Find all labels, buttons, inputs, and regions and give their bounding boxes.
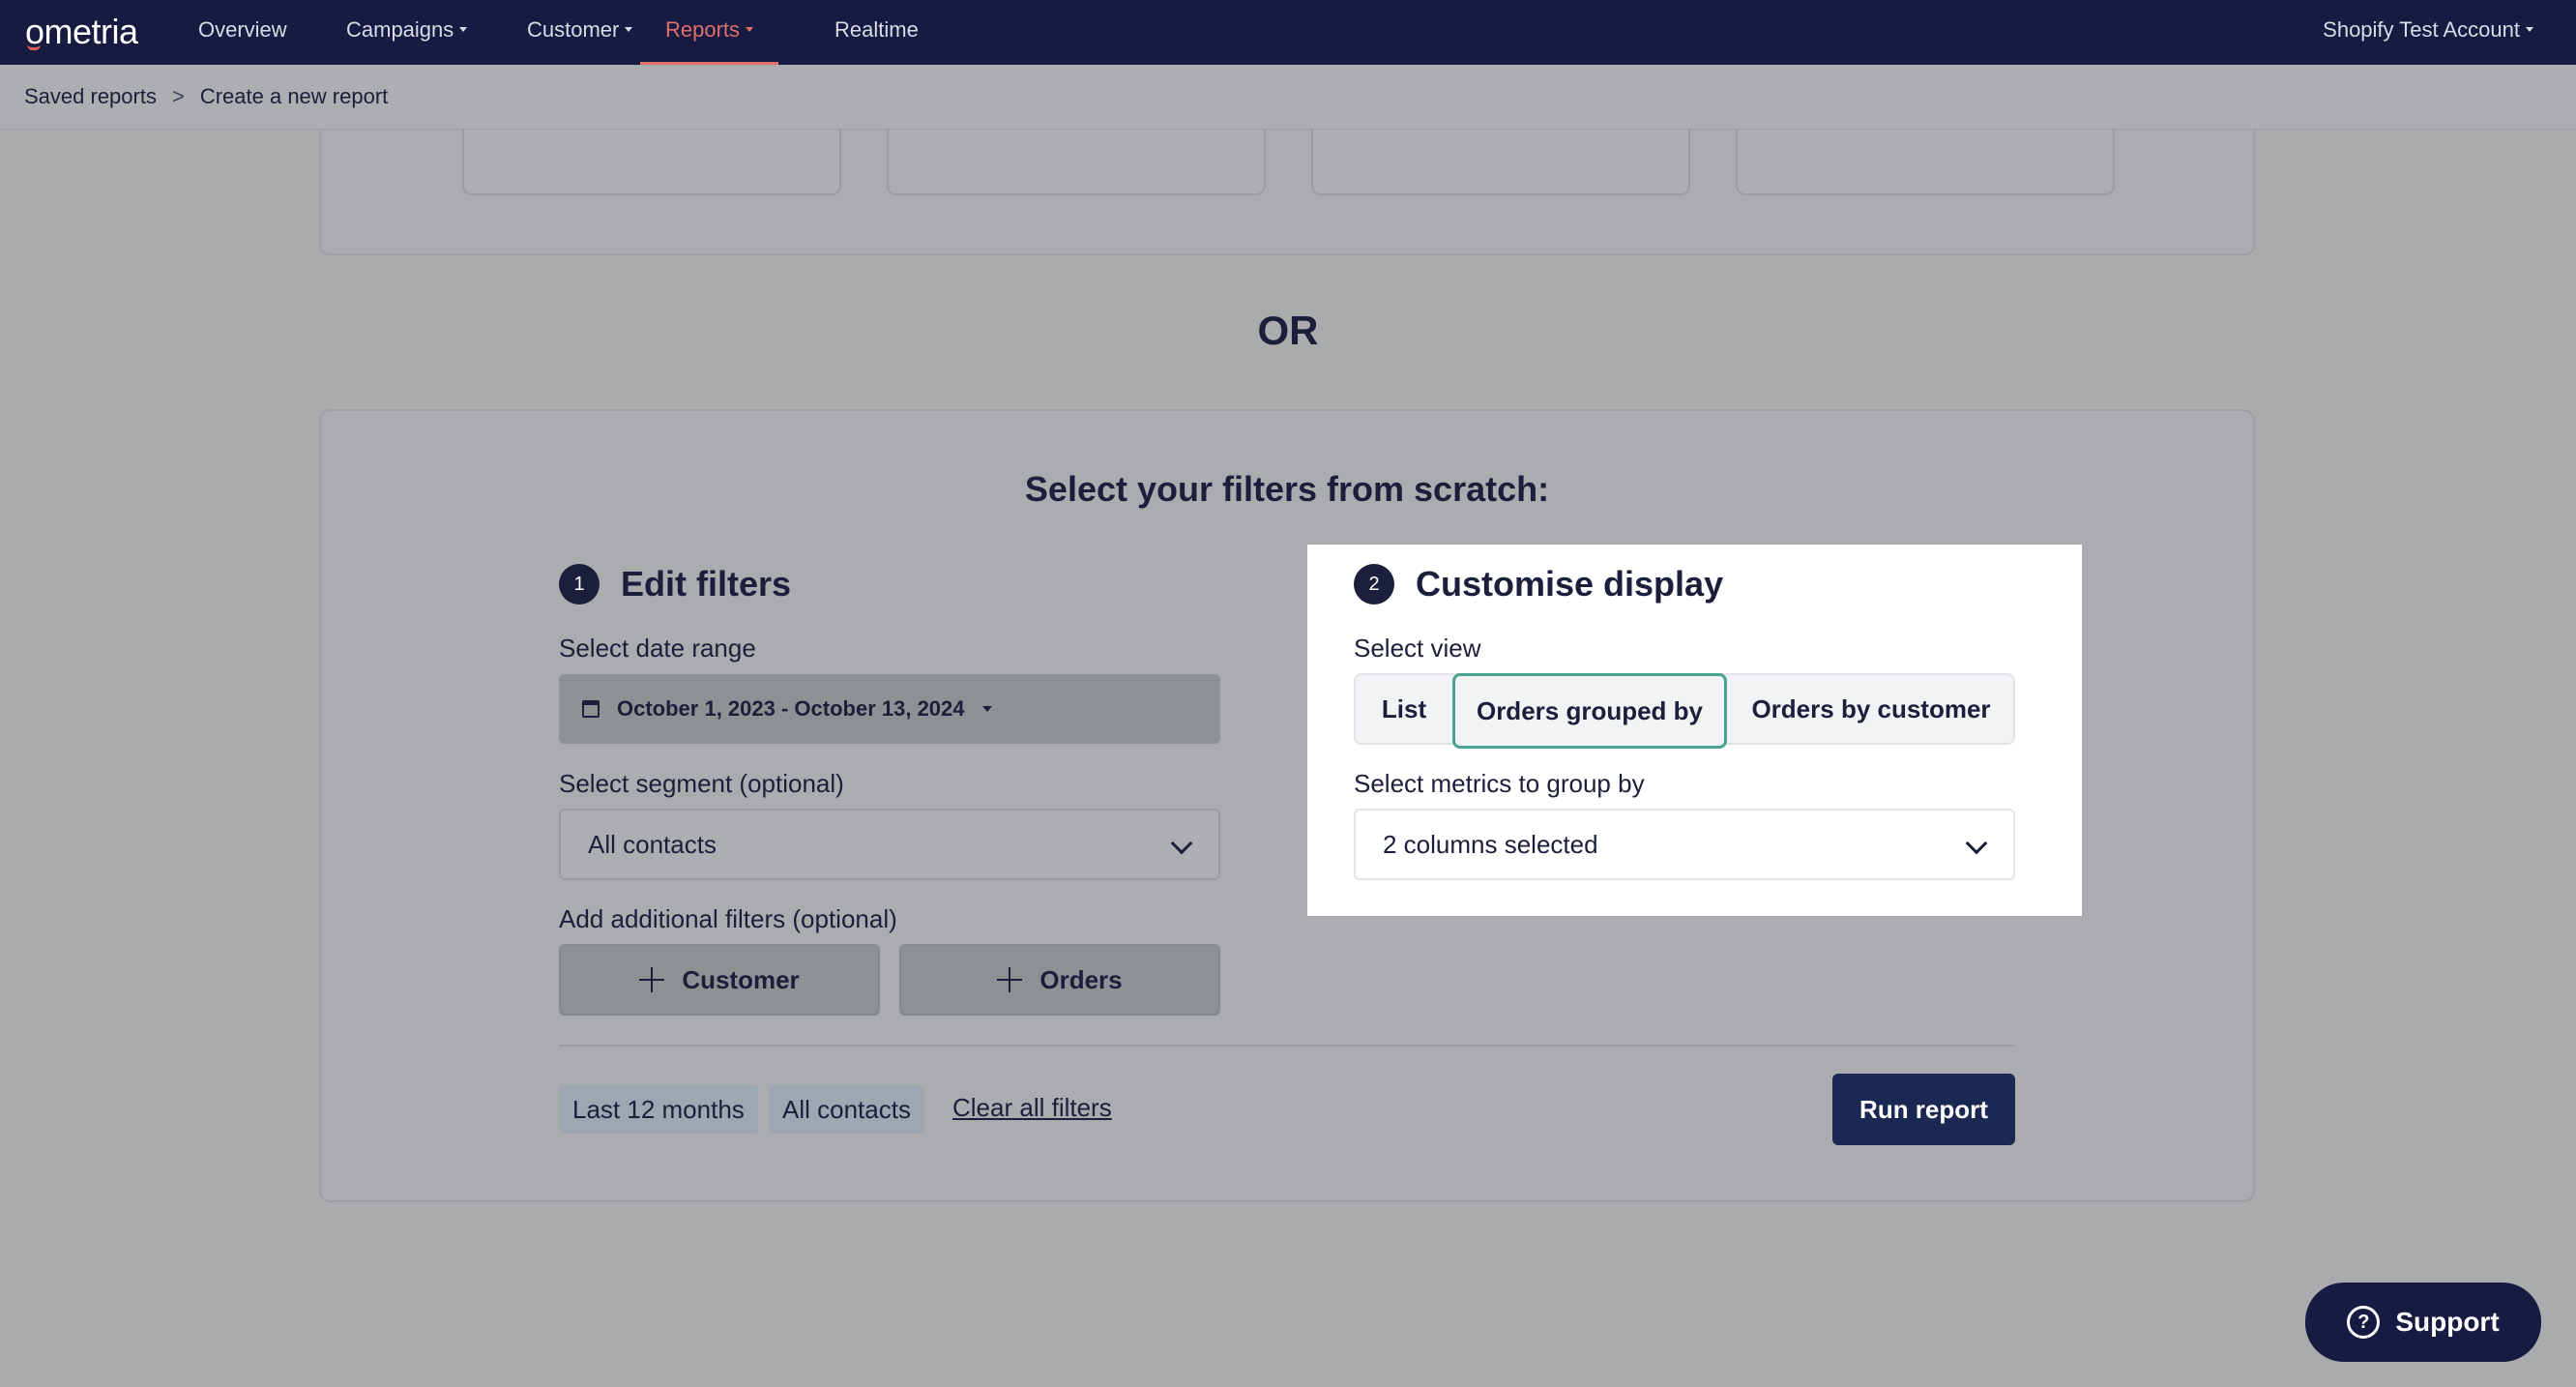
nav-reports[interactable]: Reports [640, 0, 779, 65]
add-customer-filter-button[interactable]: Customer [559, 944, 880, 1016]
date-range-value: October 1, 2023 - October 13, 2024 [617, 696, 965, 721]
section-divider [559, 1045, 2015, 1047]
caret-down-icon [981, 706, 992, 712]
customise-display-heading: 2 Customise display [1354, 564, 1723, 605]
account-menu[interactable]: Shopify Test Account [2323, 0, 2533, 65]
add-orders-label: Orders [1039, 964, 1123, 994]
template-card[interactable] [1311, 130, 1690, 195]
top-nav: ometria Overview Campaigns Customer Repo… [0, 0, 2576, 65]
support-label: Support [2395, 1307, 2500, 1337]
nav-realtime-label: Realtime [834, 17, 919, 42]
support-button[interactable]: ? Support [2305, 1283, 2541, 1362]
ometria-logo[interactable]: ometria [25, 12, 138, 52]
caret-down-icon [746, 26, 754, 32]
breadcrumb: Saved reports > Create a new report [0, 65, 2576, 130]
nav-overview-label: Overview [198, 17, 287, 42]
step-number-badge: 1 [559, 564, 600, 605]
chevron-down-icon [1170, 832, 1193, 855]
nav-overview[interactable]: Overview [198, 0, 287, 65]
nav-campaigns[interactable]: Campaigns [346, 0, 468, 65]
view-option-list[interactable]: List [1356, 675, 1452, 743]
customise-display-title: Customise display [1416, 564, 1724, 604]
caret-down-icon [625, 26, 633, 32]
account-name: Shopify Test Account [2323, 17, 2520, 42]
segment-select[interactable]: All contacts [559, 809, 1220, 880]
nav-reports-label: Reports [665, 17, 741, 42]
customise-display-panel: 2 Customise display Select view List Ord… [1307, 545, 2082, 916]
breadcrumb-separator: > [171, 84, 185, 108]
date-range-label: Select date range [559, 634, 756, 663]
step-number-badge: 2 [1354, 564, 1394, 605]
additional-filters-label: Add additional filters (optional) [559, 904, 897, 933]
nav-customer[interactable]: Customer [527, 0, 633, 65]
run-report-button[interactable]: Run report [1832, 1074, 2015, 1145]
filter-chip-segment[interactable]: All contacts [769, 1085, 924, 1134]
calendar-icon [582, 700, 600, 718]
breadcrumb-current: Create a new report [199, 84, 389, 108]
segment-label: Select segment (optional) [559, 769, 844, 798]
plus-icon [997, 967, 1023, 992]
metrics-label: Select metrics to group by [1354, 769, 1645, 798]
add-orders-filter-button[interactable]: Orders [899, 944, 1220, 1016]
caret-down-icon [459, 26, 468, 32]
chevron-down-icon [1965, 832, 1988, 855]
add-customer-label: Customer [682, 964, 800, 994]
edit-filters-heading: 1 Edit filters [559, 564, 791, 605]
template-card[interactable] [887, 130, 1266, 195]
filter-chip-date[interactable]: Last 12 months [559, 1085, 758, 1134]
metrics-select[interactable]: 2 columns selected [1354, 809, 2015, 880]
plus-icon [639, 967, 665, 992]
breadcrumb-saved-reports[interactable]: Saved reports [24, 84, 157, 109]
select-view-label: Select view [1354, 634, 1481, 663]
caret-down-icon [2526, 26, 2533, 32]
view-option-orders-grouped-by[interactable]: Orders grouped by [1452, 673, 1727, 749]
filters-title: Select your filters from scratch: [1024, 469, 1550, 509]
question-icon: ? [2347, 1306, 2381, 1339]
date-range-picker[interactable]: October 1, 2023 - October 13, 2024 [559, 674, 1220, 744]
nav-realtime[interactable]: Realtime [834, 0, 919, 65]
template-card-section [319, 130, 2255, 255]
view-segmented-control: List Orders grouped by Orders by custome… [1354, 673, 2015, 749]
view-option-orders-by-customer[interactable]: Orders by customer [1727, 675, 2015, 743]
clear-all-filters-link[interactable]: Clear all filters [952, 1093, 1112, 1123]
template-card[interactable] [1736, 130, 2115, 195]
metrics-value: 2 columns selected [1383, 829, 1598, 859]
template-card[interactable] [462, 130, 841, 195]
segment-value: All contacts [588, 829, 717, 859]
edit-filters-title: Edit filters [621, 564, 792, 604]
nav-campaigns-label: Campaigns [346, 17, 454, 42]
or-divider: OR [1257, 308, 1319, 353]
nav-customer-label: Customer [527, 17, 620, 42]
